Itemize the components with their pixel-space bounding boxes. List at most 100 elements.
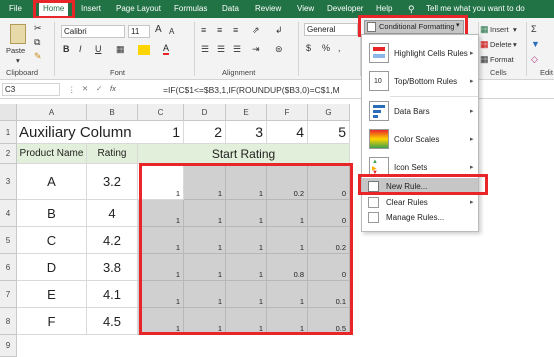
cell-g3[interactable]: 0 [308,164,350,200]
row-header-9[interactable]: 9 [0,335,17,357]
bottom-align-icon[interactable]: ≡ [233,24,238,36]
middle-align-icon[interactable]: ≡ [217,24,222,36]
row-header-3[interactable]: 3 [0,164,17,200]
column-header-g[interactable]: G [308,104,350,121]
cell-e3[interactable]: 1 [226,164,267,200]
cell-d8[interactable]: 1 [184,308,226,335]
tab-data[interactable]: Data [222,3,239,15]
row-header-6[interactable]: 6 [0,254,17,281]
menu-item-data-bars[interactable]: Data Bars ▸ [362,97,478,125]
cell-g4[interactable]: 0 [308,200,350,227]
cell-c5[interactable]: 1 [138,227,184,254]
format-button[interactable]: Format [490,55,514,64]
paste-button[interactable]: Paste [6,46,25,55]
cell-f4[interactable]: 1 [267,200,308,227]
cell-d3[interactable]: 1 [184,164,226,200]
cell-e8[interactable]: 1 [226,308,267,335]
comma-button[interactable]: , [338,42,341,54]
fill-icon[interactable]: ▼ [531,38,540,50]
insert-cells-icon[interactable]: ▦ [480,23,489,35]
percent-button[interactable]: % [322,42,330,54]
font-name-select[interactable]: Calibri [61,25,125,38]
menu-item-top-bottom[interactable]: 10 Top/Bottom Rules ▸ [362,67,478,95]
cell-a5[interactable]: C [17,227,87,254]
formula-input[interactable]: =IF(C$1<=$B3,1,IF(ROUNDUP($B3,0)=C$1,M [163,85,340,95]
cell-a8[interactable]: F [17,308,87,335]
copy-icon[interactable]: ⧉ [34,36,40,48]
menu-item-new-rule[interactable]: New Rule... [362,178,478,195]
borders-icon[interactable]: ▦ [116,43,125,55]
cell-a6[interactable]: D [17,254,87,281]
tab-file[interactable]: File [9,3,22,15]
orientation-icon[interactable]: ⇗ [252,24,260,36]
align-right-icon[interactable]: ☰ [233,43,241,55]
menu-item-color-scales[interactable]: Color Scales ▸ [362,125,478,153]
font-color-icon[interactable]: A [163,43,170,55]
cell-d4[interactable]: 1 [184,200,226,227]
cancel-entry-icon[interactable]: ✕ [82,84,88,93]
cut-icon[interactable]: ✂ [34,22,42,34]
tab-formulas[interactable]: Formulas [174,3,207,15]
row-header-1[interactable]: 1 [0,121,17,144]
cell-b4[interactable]: 4 [87,200,138,227]
cell-c1[interactable]: 1 [138,121,184,144]
tab-page-layout[interactable]: Page Layout [116,3,161,15]
cell-a3[interactable]: A [17,164,87,200]
tab-developer[interactable]: Developer [327,3,363,15]
delete-button[interactable]: Delete [490,40,512,49]
currency-button[interactable]: $ [306,42,311,54]
autosum-icon[interactable]: Σ [531,23,537,35]
menu-item-manage-rules[interactable]: Manage Rules... [362,210,478,225]
delete-cells-icon[interactable]: ▦ [480,38,489,50]
cell-a1[interactable]: Auxiliary Column [17,121,138,144]
row-header-2[interactable]: 2 [0,144,17,164]
cell-b5[interactable]: 4.2 [87,227,138,254]
cell-e4[interactable]: 1 [226,200,267,227]
cell-e7[interactable]: 1 [226,281,267,308]
column-header-d[interactable]: D [184,104,226,121]
cell-a2[interactable]: Product Name [17,144,87,164]
column-header-e[interactable]: E [226,104,267,121]
name-box[interactable]: C3 [2,83,60,96]
clear-icon[interactable]: ◇ [531,53,538,65]
column-header-a[interactable]: A [17,104,87,121]
menu-item-highlight-cells[interactable]: Highlight Cells Rules ▸ [362,39,478,67]
underline-button[interactable]: U [95,43,102,55]
conditional-formatting-button[interactable]: Conditional Formatting ▾ [364,20,464,34]
cell-c3[interactable]: 1 [138,164,184,200]
grow-font-icon[interactable]: A [155,24,162,36]
cell-d5[interactable]: 1 [184,227,226,254]
cell-a7[interactable]: E [17,281,87,308]
cell-a4[interactable]: B [17,200,87,227]
row-header-4[interactable]: 4 [0,200,17,227]
cell-d6[interactable]: 1 [184,254,226,281]
cell-g5[interactable]: 0.2 [308,227,350,254]
enter-entry-icon[interactable]: ✓ [96,84,102,93]
menu-item-icon-sets[interactable]: ▲ ▶ ▼ Icon Sets ▸ [362,153,478,181]
tab-review[interactable]: Review [255,3,281,15]
number-format-select[interactable]: General [304,23,358,36]
wrap-text-icon[interactable]: ↲ [275,24,283,36]
merge-center-icon[interactable]: ⊜ [275,43,283,55]
column-header-f[interactable]: F [267,104,308,121]
cell-c2-merged[interactable]: Start Rating [138,144,350,164]
align-center-icon[interactable]: ☰ [217,43,225,55]
cell-e6[interactable]: 1 [226,254,267,281]
cell-c8[interactable]: 1 [138,308,184,335]
italic-button[interactable]: I [79,43,82,55]
select-all-corner[interactable] [0,104,17,121]
cell-f1[interactable]: 4 [267,121,308,144]
top-align-icon[interactable]: ≡ [201,24,206,36]
cell-b7[interactable]: 4.1 [87,281,138,308]
cell-d1[interactable]: 2 [184,121,226,144]
tab-help[interactable]: Help [376,3,392,15]
tab-home[interactable]: Home [39,1,69,17]
format-painter-icon[interactable]: ✎ [34,50,42,62]
paste-dropdown-icon[interactable]: ▾ [16,56,20,65]
cell-g8[interactable]: 0.5 [308,308,350,335]
font-size-select[interactable]: 11 [128,25,150,38]
cell-f8[interactable]: 1 [267,308,308,335]
paste-icon[interactable] [10,24,26,44]
row-header-5[interactable]: 5 [0,227,17,254]
cell-f7[interactable]: 1 [267,281,308,308]
